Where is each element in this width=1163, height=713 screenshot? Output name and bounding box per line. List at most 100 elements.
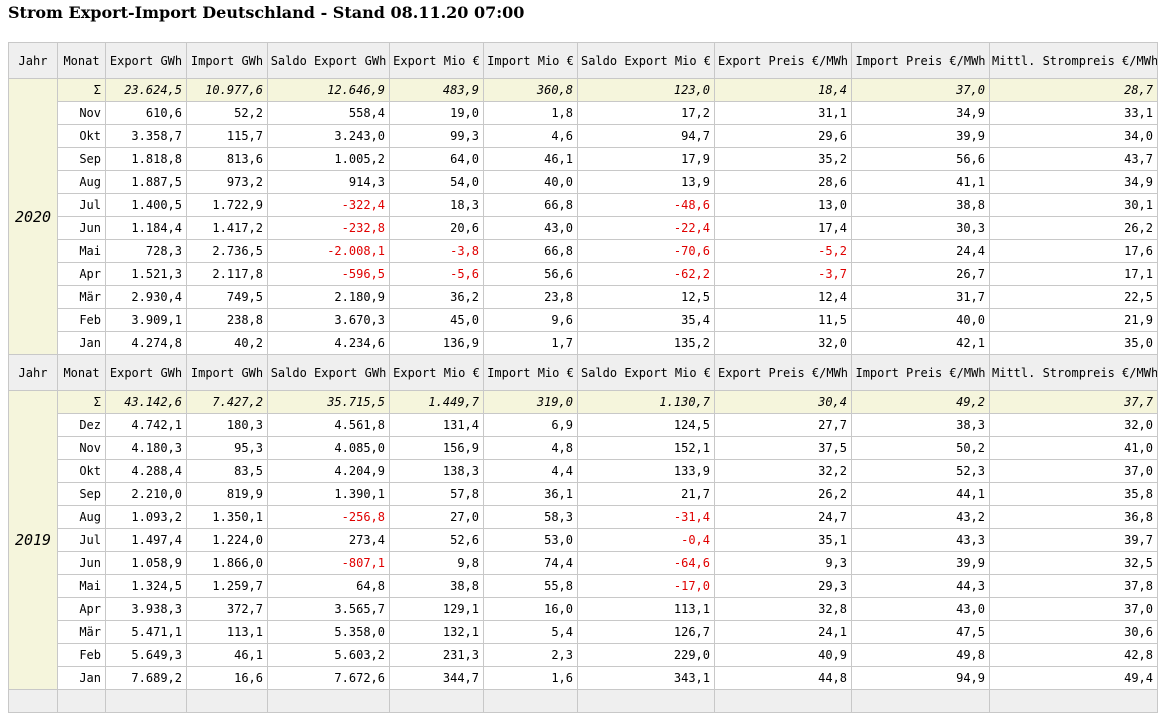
value-cell: 36,1: [483, 482, 578, 506]
value-cell: 33,1: [989, 101, 1158, 125]
spacer-cell: [389, 689, 484, 713]
table-row: Okt 4.288,4 83,5 4.204,9 138,3 4,4 133,9 32,2 52…: [9, 459, 1158, 483]
value-cell: 43,7: [989, 147, 1158, 171]
column-header: Import Preis €/MWh: [851, 354, 990, 391]
sum-cell: 30,4: [714, 390, 852, 414]
table-row: Feb 3.909,1 238,8 3.670,3 45,0 9,6 35,4 11,5 40,…: [9, 308, 1158, 332]
value-cell: -2.008,1: [267, 239, 390, 263]
column-header: Export Preis €/MWh: [714, 42, 852, 79]
value-cell: 12,4: [714, 285, 852, 309]
value-cell: 18,3: [389, 193, 484, 217]
value-cell: 2.736,5: [186, 239, 268, 263]
table-row: Nov 4.180,3 95,3 4.085,0 156,9 4,8 152,1 37,5 50…: [9, 436, 1158, 460]
value-cell: 40,0: [483, 170, 578, 194]
month-cell: Jul: [57, 528, 106, 552]
table-row: Sep 1.818,8 813,6 1.005,2 64,0 46,1 17,9 35,2 56…: [9, 147, 1158, 171]
value-cell: 57,8: [389, 482, 484, 506]
value-cell: 1.390,1: [267, 482, 390, 506]
month-cell: Mär: [57, 620, 106, 644]
value-cell: 29,6: [714, 124, 852, 148]
value-cell: 914,3: [267, 170, 390, 194]
month-cell: Jan: [57, 666, 106, 690]
month-cell: Okt: [57, 459, 106, 483]
value-cell: 131,4: [389, 413, 484, 437]
value-cell: 2,3: [483, 643, 578, 667]
value-cell: 47,5: [851, 620, 990, 644]
table-row: Jun 1.184,4 1.417,2 -232,8 20,6 43,0 -22,4 17,4…: [9, 216, 1158, 240]
spacer-cell: [577, 689, 715, 713]
column-header: Import GWh: [186, 354, 268, 391]
column-header: Export GWh: [105, 354, 187, 391]
value-cell: 56,6: [851, 147, 990, 171]
value-cell: 17,1: [989, 262, 1158, 286]
value-cell: 13,9: [577, 170, 715, 194]
value-cell: 3.565,7: [267, 597, 390, 621]
spacer-cell: [851, 689, 990, 713]
value-cell: 49,4: [989, 666, 1158, 690]
value-cell: 42,1: [851, 331, 990, 355]
value-cell: 6,9: [483, 413, 578, 437]
value-cell: 43,2: [851, 505, 990, 529]
value-cell: 16,0: [483, 597, 578, 621]
value-cell: -232,8: [267, 216, 390, 240]
month-cell: Jun: [57, 551, 106, 575]
column-header: Saldo Export GWh: [267, 354, 390, 391]
value-cell: 11,5: [714, 308, 852, 332]
table-row: Jul 1.497,4 1.224,0 273,4 52,6 53,0 -0,4 35,1 43…: [9, 528, 1158, 552]
value-cell: 32,0: [714, 331, 852, 355]
value-cell: 1,8: [483, 101, 578, 125]
value-cell: 35,0: [989, 331, 1158, 355]
value-cell: -256,8: [267, 505, 390, 529]
value-cell: 66,8: [483, 239, 578, 263]
column-header: Jahr: [8, 354, 58, 391]
value-cell: 44,8: [714, 666, 852, 690]
value-cell: 55,8: [483, 574, 578, 598]
column-header: Saldo Export Mio €: [577, 42, 715, 79]
value-cell: 1.818,8: [105, 147, 187, 171]
table-row: Jan 4.274,8 40,2 4.234,6 136,9 1,7 135,2 32,0 42…: [9, 331, 1158, 355]
value-cell: 20,6: [389, 216, 484, 240]
value-cell: 52,6: [389, 528, 484, 552]
value-cell: 138,3: [389, 459, 484, 483]
spacer-cell: [57, 689, 106, 713]
value-cell: 49,8: [851, 643, 990, 667]
value-cell: 30,3: [851, 216, 990, 240]
value-cell: 5.603,2: [267, 643, 390, 667]
value-cell: 3.243,0: [267, 124, 390, 148]
table-row: Mai 1.324,5 1.259,7 64,8 38,8 55,8 -17,0 29,3 44…: [9, 574, 1158, 598]
value-cell: 56,6: [483, 262, 578, 286]
value-cell: 5,4: [483, 620, 578, 644]
value-cell: 34,0: [989, 124, 1158, 148]
value-cell: 152,1: [577, 436, 715, 460]
table-row: Dez 4.742,1 180,3 4.561,8 131,4 6,9 124,5 27,7 3…: [9, 413, 1158, 437]
table-row: Okt 3.358,7 115,7 3.243,0 99,3 4,6 94,7 29,6 39,…: [9, 124, 1158, 148]
table-row: Jul 1.400,5 1.722,9 -322,4 18,3 66,8 -48,6 13,0…: [9, 193, 1158, 217]
sum-row: 2019 Σ 43.142,6 7.427,2 35.715,5 1.449,7 319,0…: [8, 390, 1158, 690]
value-cell: 1.005,2: [267, 147, 390, 171]
value-cell: 4.180,3: [105, 436, 187, 460]
value-cell: 50,2: [851, 436, 990, 460]
column-header: Import GWh: [186, 42, 268, 79]
value-cell: 17,9: [577, 147, 715, 171]
value-cell: 610,6: [105, 101, 187, 125]
sum-cell: 12.646,9: [267, 78, 390, 102]
value-cell: -3,8: [389, 239, 484, 263]
spacer-cell: [8, 689, 58, 713]
month-cell: Feb: [57, 308, 106, 332]
month-cell: Jul: [57, 193, 106, 217]
value-cell: 1.887,5: [105, 170, 187, 194]
value-cell: 44,1: [851, 482, 990, 506]
value-cell: -807,1: [267, 551, 390, 575]
table-row: Jun 1.058,9 1.866,0 -807,1 9,8 74,4 -64,6 9,3 39…: [9, 551, 1158, 575]
value-cell: 2.930,4: [105, 285, 187, 309]
spacer-cell: [989, 689, 1158, 713]
value-cell: 5.649,3: [105, 643, 187, 667]
value-cell: 17,6: [989, 239, 1158, 263]
value-cell: 813,6: [186, 147, 268, 171]
value-cell: -64,6: [577, 551, 715, 575]
value-cell: 29,3: [714, 574, 852, 598]
table-row: Mär 5.471,1 113,1 5.358,0 132,1 5,4 126,7 24,1 4…: [9, 620, 1158, 644]
value-cell: 39,7: [989, 528, 1158, 552]
value-cell: 35,2: [714, 147, 852, 171]
month-cell: Jun: [57, 216, 106, 240]
